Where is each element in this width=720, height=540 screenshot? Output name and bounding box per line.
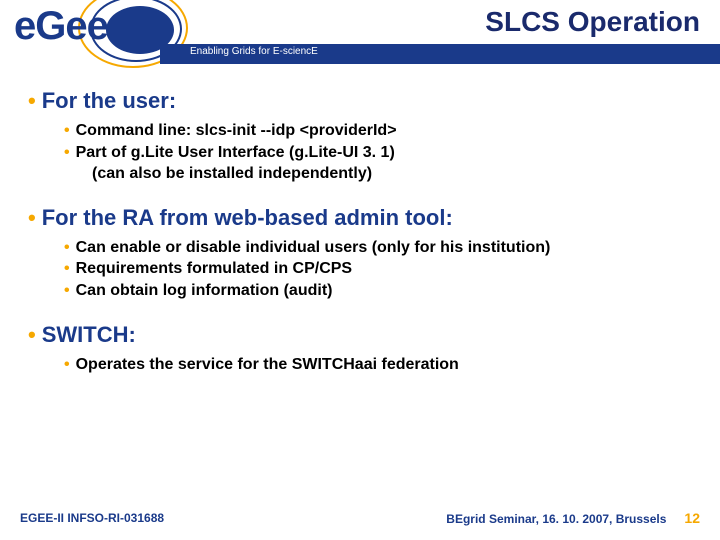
heading-text: For the RA from web-based admin tool: [42,205,453,230]
slide-number: 12 [684,510,700,526]
list-item: •Part of g.Lite User Interface (g.Lite-U… [64,142,692,164]
bullet-icon: • [28,322,36,347]
bullet-icon: • [64,356,70,373]
footer-left: EGEE-II INFSO-RI-031688 [20,511,164,525]
bullet-icon: • [64,282,70,299]
content: •For the user: •Command line: slcs-init … [28,88,692,395]
heading-text: SWITCH: [42,322,136,347]
heading-text: For the user: [42,88,176,113]
slide-title: SLCS Operation [485,6,700,38]
list-item: •Requirements formulated in CP/CPS [64,258,692,280]
tagline: Enabling Grids for E-sciencE [190,46,318,57]
list-item: •Command line: slcs-init --idp <provider… [64,120,692,142]
section-items: •Command line: slcs-init --idp <provider… [64,120,692,185]
section-heading: •SWITCH: [28,322,692,348]
bullet-icon: • [64,260,70,277]
section-heading: •For the user: [28,88,692,114]
section-heading: •For the RA from web-based admin tool: [28,205,692,231]
list-item: •Can enable or disable individual users … [64,237,692,259]
bullet-icon: • [28,205,36,230]
slide: eGee SLCS Operation Enabling Grids for E… [0,0,720,540]
footer-right: BEgrid Seminar, 16. 10. 2007, Brussels 1… [446,510,700,526]
section-ra: •For the RA from web-based admin tool: •… [28,205,692,302]
section-user: •For the user: •Command line: slcs-init … [28,88,692,185]
section-switch: •SWITCH: •Operates the service for the S… [28,322,692,376]
section-items: •Operates the service for the SWITCHaai … [64,354,692,376]
egee-logo: eGee [10,0,180,65]
logo-text: eGee [14,4,108,49]
bullet-icon: • [64,122,70,139]
footer: EGEE-II INFSO-RI-031688 BEgrid Seminar, … [0,506,720,530]
header: eGee SLCS Operation Enabling Grids for E… [0,0,720,70]
list-item: •Can obtain log information (audit) [64,280,692,302]
list-item: •Operates the service for the SWITCHaai … [64,354,692,376]
list-item: (can also be installed independently) [92,163,692,185]
bullet-icon: • [28,88,36,113]
bullet-icon: • [64,239,70,256]
section-items: •Can enable or disable individual users … [64,237,692,302]
bullet-icon: • [64,144,70,161]
footer-event: BEgrid Seminar, 16. 10. 2007, Brussels [446,512,666,526]
